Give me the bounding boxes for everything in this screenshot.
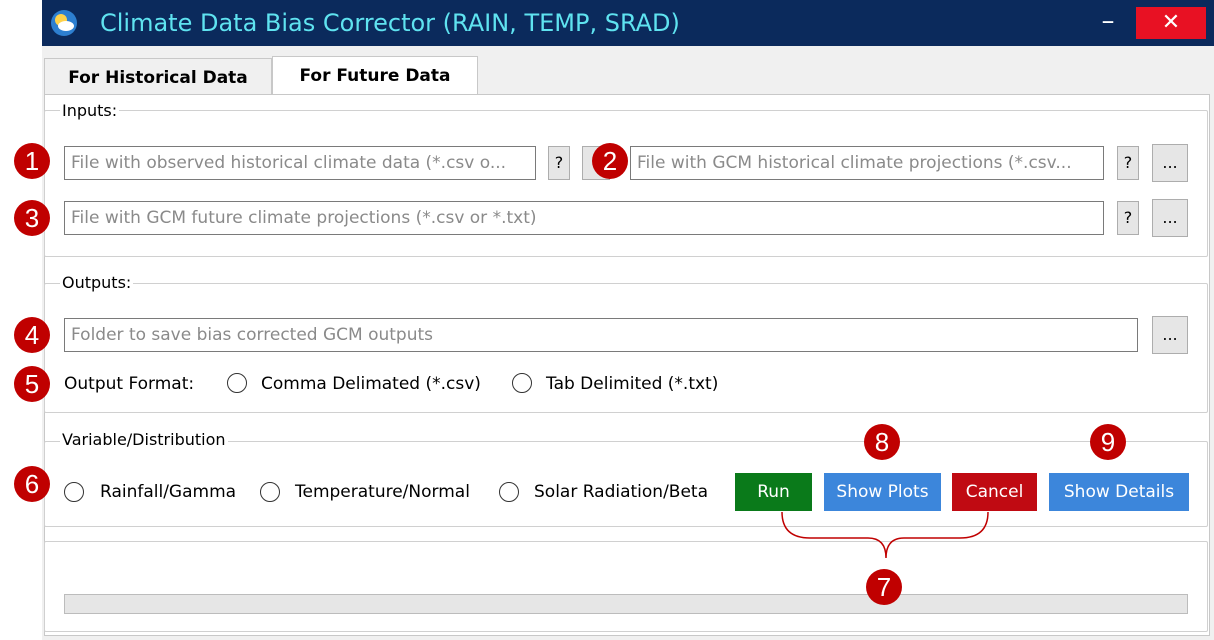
annotation-badge-6: 6 — [14, 466, 50, 502]
output-format-label: Output Format: — [64, 374, 195, 394]
csv-format-radio[interactable] — [227, 373, 247, 393]
gcm-historical-help-button[interactable]: ? — [1117, 146, 1139, 180]
brace-annotation — [781, 511, 989, 559]
close-button[interactable]: ✕ — [1136, 7, 1206, 39]
csv-format-label[interactable]: Comma Delimated (*.csv) — [261, 372, 481, 396]
solar-radiation-beta-radio[interactable] — [499, 482, 519, 502]
solar-radiation-beta-label[interactable]: Solar Radiation/Beta — [534, 480, 708, 504]
minimize-button[interactable]: – — [1094, 8, 1122, 38]
observed-historical-file-input[interactable]: File with observed historical climate da… — [64, 146, 536, 180]
observed-help-button[interactable]: ? — [548, 146, 570, 180]
rainfall-gamma-radio[interactable] — [64, 482, 84, 502]
outputs-group-label: Outputs: — [60, 273, 134, 292]
annotation-badge-1: 1 — [14, 143, 50, 179]
cancel-button[interactable]: Cancel — [952, 473, 1037, 511]
progress-bar — [64, 594, 1188, 614]
tab-historical-data[interactable]: For Historical Data — [44, 58, 272, 94]
annotation-badge-9: 9 — [1090, 424, 1126, 460]
gcm-future-browse-button[interactable]: ... — [1152, 199, 1188, 237]
output-folder-browse-button[interactable]: ... — [1152, 316, 1188, 354]
rainfall-gamma-label[interactable]: Rainfall/Gamma — [100, 480, 236, 504]
progress-group — [44, 541, 1208, 632]
show-plots-button[interactable]: Show Plots — [824, 473, 941, 511]
inputs-group-label: Inputs: — [60, 101, 120, 120]
temperature-normal-label[interactable]: Temperature/Normal — [295, 480, 470, 504]
variable-group-label: Variable/Distribution — [60, 430, 228, 449]
txt-format-radio[interactable] — [512, 373, 532, 393]
annotation-badge-5: 5 — [14, 366, 50, 402]
run-button[interactable]: Run — [735, 473, 812, 511]
gcm-historical-browse-button[interactable]: ... — [1152, 144, 1188, 182]
annotation-badge-4: 4 — [14, 317, 50, 353]
temperature-normal-radio[interactable] — [260, 482, 280, 502]
output-folder-input[interactable]: Folder to save bias corrected GCM output… — [64, 318, 1138, 352]
annotation-badge-8: 8 — [864, 424, 900, 460]
gcm-future-help-button[interactable]: ? — [1117, 201, 1139, 235]
annotation-badge-3: 3 — [14, 200, 50, 236]
show-details-button[interactable]: Show Details — [1049, 473, 1189, 511]
annotation-badge-7: 7 — [866, 569, 902, 605]
window-title: Climate Data Bias Corrector (RAIN, TEMP,… — [100, 9, 680, 37]
gcm-historical-file-input[interactable]: File with GCM historical climate project… — [630, 146, 1104, 180]
txt-format-label[interactable]: Tab Delimited (*.txt) — [546, 372, 718, 396]
gcm-future-file-input[interactable]: File with GCM future climate projections… — [64, 201, 1104, 235]
tab-future-data[interactable]: For Future Data — [272, 56, 478, 94]
weather-app-icon — [51, 10, 77, 36]
annotation-badge-2: 2 — [592, 143, 628, 179]
